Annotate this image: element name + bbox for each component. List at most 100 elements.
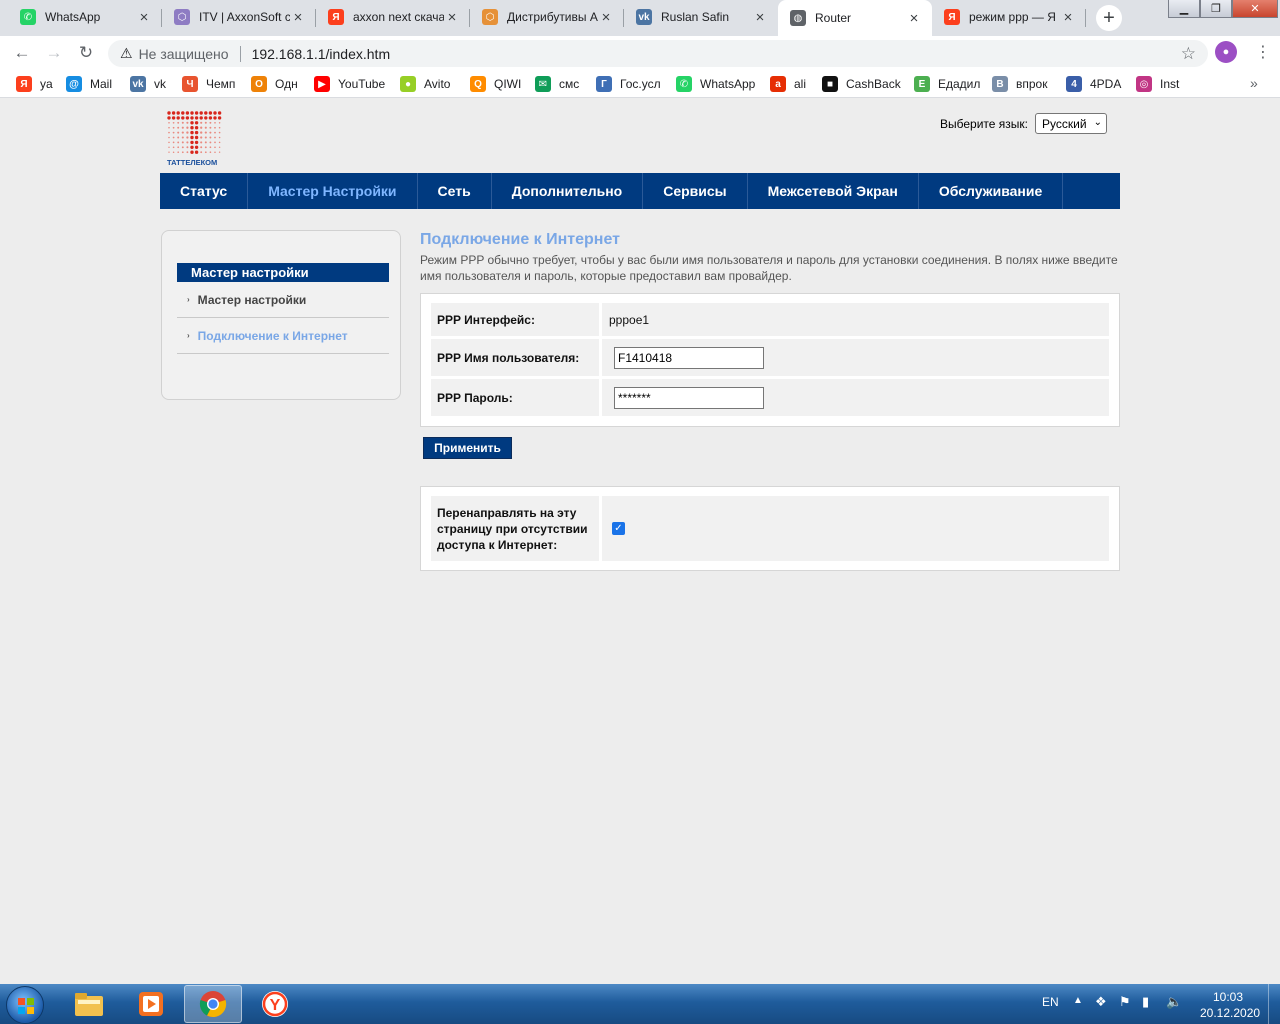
bookmark-item[interactable]: О Одн (251, 75, 298, 93)
more-bookmarks-icon[interactable]: » (1250, 75, 1258, 91)
back-arrow-icon[interactable]: ← (10, 42, 34, 64)
bookmark-icon: Q (470, 76, 486, 92)
nav-tab[interactable]: Мастер Настройки (248, 173, 418, 209)
action-center-icon[interactable]: ⚑ (1119, 994, 1131, 1010)
redirect-row: Перенаправлять на эту страницу при отсут… (431, 496, 1109, 561)
bookmark-label: YouTube (338, 77, 386, 91)
close-window-button[interactable]: ✕ (1232, 0, 1278, 18)
bookmark-item[interactable]: Г Гос.усл (596, 75, 661, 93)
browser-toolbar: ← → ↻ ⚠ Не защищено 192.168.1.1/index.ht… (0, 36, 1280, 70)
ppp-username-input[interactable]: F1410418 (614, 346, 764, 369)
bookmark-icon: Е (914, 76, 930, 92)
address-bar[interactable]: ⚠ Не защищено 192.168.1.1/index.htm ☆ (108, 40, 1208, 67)
close-icon[interactable]: × (444, 9, 460, 26)
yandex-browser-taskbar-icon[interactable]: Y (246, 985, 304, 1023)
bookmark-item[interactable]: ✉ смс (535, 75, 579, 93)
nav-tab[interactable]: Статус (160, 173, 249, 209)
dropbox-icon[interactable]: ❖ (1095, 994, 1107, 1010)
clock-time[interactable]: 10:03 (1213, 990, 1243, 1004)
nav-tab[interactable]: Сервисы (643, 173, 748, 209)
tab-title: Router (815, 11, 852, 25)
browser-tab[interactable]: ◍ Router × (778, 0, 932, 36)
url-text[interactable]: 192.168.1.1/index.htm (252, 46, 391, 62)
hexagon-icon: ⬡ (174, 9, 190, 25)
ppp-password-label: PPP Пароль: (431, 379, 599, 416)
bookmark-icon: a (770, 76, 786, 92)
bookmark-item[interactable]: Яya (16, 75, 53, 93)
reload-icon[interactable]: ↻ (74, 42, 98, 64)
bookmark-item[interactable]: ▶ YouTube (314, 75, 385, 93)
chrome-taskbar-icon[interactable] (184, 985, 242, 1023)
close-icon[interactable]: × (290, 9, 306, 26)
browser-tab[interactable]: vk Ruslan Safin × (624, 0, 778, 34)
bookmark-item[interactable]: vk vk (130, 75, 166, 93)
new-tab-button[interactable]: + (1096, 5, 1122, 31)
bookmark-item[interactable]: Е Едадил (914, 75, 980, 93)
sidebar-item-wizard[interactable]: › Мастер настройки (177, 282, 389, 318)
start-button[interactable] (6, 986, 44, 1024)
bookmark-icon: Я (16, 76, 32, 92)
volume-muted-icon[interactable]: 🔈 (1166, 994, 1182, 1010)
sidebar: Мастер настройки › Мастер настройки › По… (161, 230, 401, 400)
show-hidden-icons-icon[interactable]: ▲ (1073, 995, 1083, 1006)
minimize-button[interactable]: ▁ (1168, 0, 1200, 18)
media-player-taskbar-icon[interactable] (122, 985, 180, 1023)
nav-tab[interactable]: Дополнительно (492, 173, 644, 209)
clock-date[interactable]: 20.12.2020 (1200, 1006, 1260, 1020)
bookmark-item[interactable]: ✆ WhatsApp (676, 75, 755, 93)
close-icon[interactable]: × (906, 10, 922, 27)
tab-title: ITV | AxxonSoft c (199, 10, 290, 24)
ppp-interface-label: PPP Интерфейс: (431, 303, 599, 336)
yandex-icon: Я (944, 9, 960, 25)
bookmark-item[interactable]: Ч Чемп (182, 75, 235, 93)
language-label: Выберите язык: (940, 117, 1028, 131)
bookmark-icon: ✉ (535, 76, 551, 92)
nav-tab[interactable]: Сеть (418, 173, 492, 209)
forward-arrow-icon[interactable]: → (42, 42, 66, 64)
bookmark-label: Гос.усл (620, 77, 661, 91)
network-signal-icon[interactable]: ▮ (1142, 994, 1149, 1010)
ppp-password-input[interactable]: ******* (614, 386, 764, 409)
redirect-checkbox[interactable]: ✓ (612, 522, 625, 535)
tab-strip: ✆ WhatsApp × ⬡ ITV | AxxonSoft c × Яaxxon next… (0, 0, 1280, 36)
bookmark-icon: ■ (822, 76, 838, 92)
close-icon[interactable]: × (752, 9, 768, 26)
bookmark-item[interactable]: @ Mail (66, 75, 112, 93)
browser-tab[interactable]: Яaxxon next скача × (316, 0, 470, 34)
close-icon[interactable]: × (598, 9, 614, 26)
explorer-taskbar-icon[interactable] (60, 985, 118, 1023)
nav-tab[interactable]: Обслуживание (919, 173, 1064, 209)
bookmark-item[interactable]: ● Avito (400, 75, 450, 93)
input-language-indicator[interactable]: EN (1042, 995, 1059, 1009)
bookmark-item[interactable]: ■ CashBack (822, 75, 901, 93)
bookmark-label: впрок (1016, 77, 1048, 91)
warning-icon[interactable]: ⚠ (120, 45, 133, 62)
browser-tab[interactable]: ✆ WhatsApp × (8, 0, 162, 34)
arrow-icon: › (187, 295, 190, 304)
show-desktop-button[interactable] (1268, 984, 1280, 1024)
maximize-button[interactable]: ❐ (1200, 0, 1232, 18)
nav-tab[interactable]: Межсетевой Экран (748, 173, 919, 209)
bookmark-star-icon[interactable]: ☆ (1181, 44, 1196, 64)
bookmark-label: ali (794, 77, 807, 91)
language-select[interactable]: Русский ⌄ (1035, 113, 1107, 134)
apply-button[interactable]: Применить (423, 437, 512, 459)
bookmark-item[interactable]: Ввпрок (992, 75, 1047, 93)
sidebar-item-internet[interactable]: › Подключение к Интернет (177, 318, 389, 354)
windows-logo-icon (18, 998, 34, 1014)
redirect-panel: Перенаправлять на эту страницу при отсут… (420, 486, 1120, 571)
bookmark-icon: ✆ (676, 76, 692, 92)
browser-tab[interactable]: ⬡ Дистрибутивы А × (470, 0, 624, 34)
bookmark-item[interactable]: ◎ Inst (1136, 75, 1179, 93)
close-icon[interactable]: × (1060, 9, 1076, 26)
browser-tab[interactable]: ⬡ ITV | AxxonSoft c × (162, 0, 316, 34)
browser-tab[interactable]: Ярежим ppp — Я × (932, 0, 1086, 34)
bookmark-item[interactable]: a ali (770, 75, 806, 93)
bookmark-item[interactable]: 4 4PDA (1066, 75, 1121, 93)
main-nav: Статус Мастер Настройки Сеть Дополнительно С… (160, 173, 1120, 209)
bookmark-item[interactable]: Q QIWI (470, 75, 521, 93)
browser-menu-icon[interactable]: ⋮ (1255, 41, 1271, 63)
close-icon[interactable]: × (136, 9, 152, 26)
profile-avatar[interactable]: ● (1215, 41, 1237, 63)
bookmark-label: WhatsApp (700, 77, 756, 91)
